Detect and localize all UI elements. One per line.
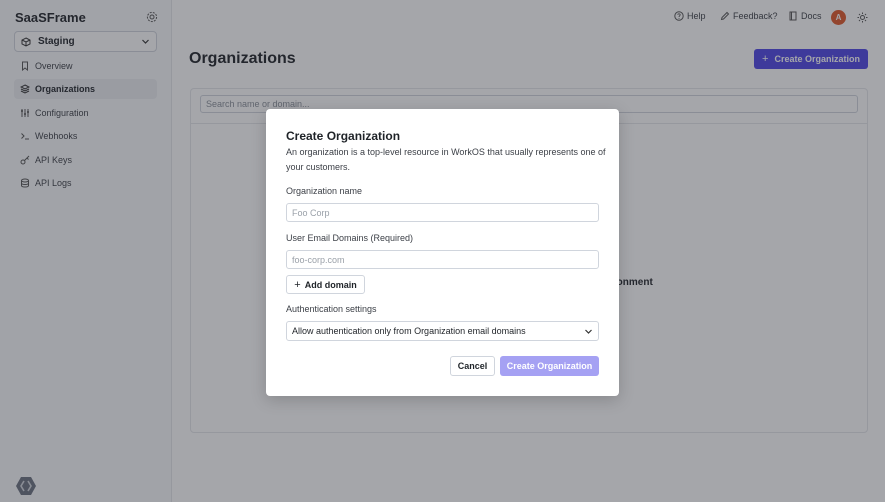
modal-title: Create Organization xyxy=(286,129,401,143)
submit-create-organization-button[interactable]: Create Organization xyxy=(500,356,599,376)
cancel-button[interactable]: Cancel xyxy=(450,356,495,376)
chevron-down-icon xyxy=(585,329,592,334)
domains-label: User Email Domains (Required) xyxy=(286,233,414,243)
org-name-label: Organization name xyxy=(286,186,363,196)
add-domain-button[interactable]: + Add domain xyxy=(286,275,365,294)
auth-settings-select[interactable]: Allow authentication only from Organizat… xyxy=(286,321,599,341)
plus-icon: + xyxy=(294,278,301,291)
add-domain-label: Add domain xyxy=(304,279,357,290)
modal-description: An organization is a top-level resource … xyxy=(286,147,606,172)
auth-settings-value: Allow authentication only from Organizat… xyxy=(292,326,526,336)
org-name-input[interactable]: Foo Corp xyxy=(286,203,599,222)
create-organization-modal: Create Organization An organization is a… xyxy=(266,109,619,396)
domain-input[interactable]: foo-corp.com xyxy=(286,250,599,269)
auth-settings-label: Authentication settings xyxy=(286,304,377,314)
